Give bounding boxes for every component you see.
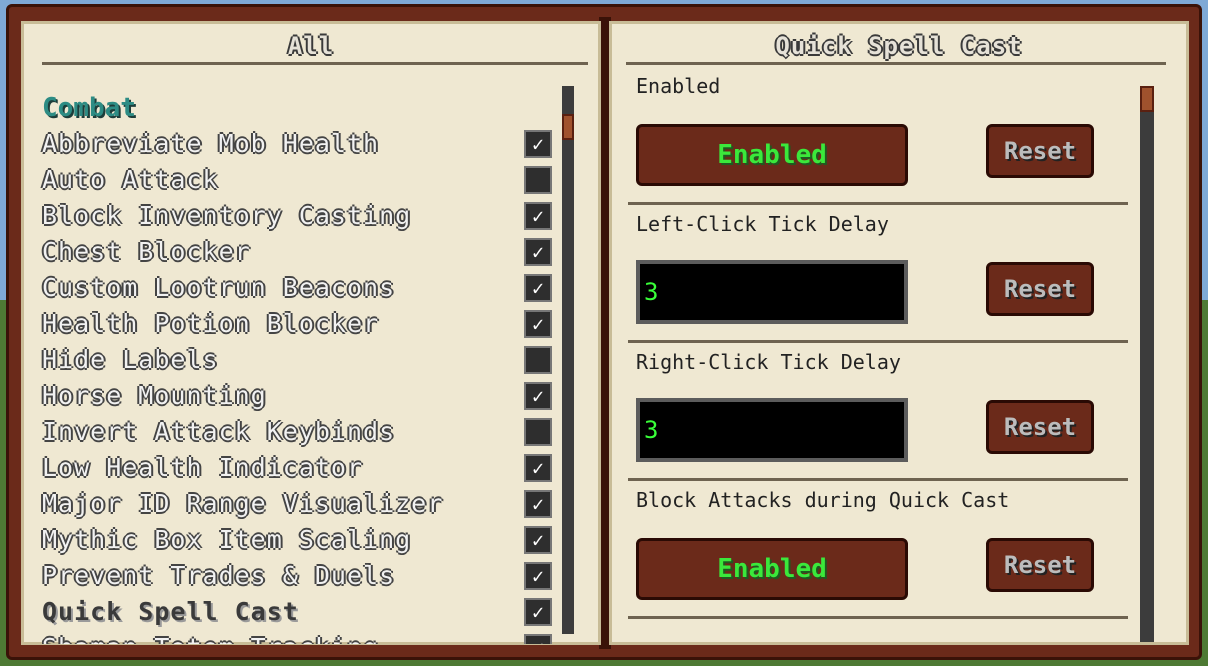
feature-checkbox[interactable]: ✓ <box>524 454 552 482</box>
feature-checkbox[interactable] <box>524 166 552 194</box>
feature-label: Shaman Totem Tracking <box>42 633 379 644</box>
feature-row-low-health-indicator[interactable]: Low Health Indicator ✓ <box>42 450 552 486</box>
feature-checkbox[interactable]: ✓ <box>524 130 552 158</box>
setting-divider <box>628 202 1128 205</box>
setting-divider <box>628 478 1128 481</box>
feature-label: Low Health Indicator <box>42 453 364 482</box>
setting-label-left-click-delay: Left-Click Tick Delay <box>636 212 889 236</box>
settings-scrollbar[interactable] <box>1140 86 1154 642</box>
left-click-delay-input[interactable]: 3 <box>636 260 908 324</box>
category-combat: Combat <box>42 93 136 123</box>
feature-row-invert-attack-keybinds[interactable]: Invert Attack Keybinds <box>42 414 552 450</box>
feature-row-major-id-range-visualizer[interactable]: Major ID Range Visualizer ✓ <box>42 486 552 522</box>
feature-label: Chest Blocker <box>42 237 251 266</box>
enabled-toggle-button[interactable]: Enabled <box>636 124 908 186</box>
feature-row-hide-labels[interactable]: Hide Labels <box>42 342 552 378</box>
feature-row-block-inventory-casting[interactable]: Block Inventory Casting ✓ <box>42 198 552 234</box>
right-click-delay-input[interactable]: 3 <box>636 398 908 462</box>
block-attacks-reset-button[interactable]: Reset <box>986 538 1094 592</box>
feature-checkbox[interactable]: ✓ <box>524 526 552 554</box>
feature-list-scroll-thumb[interactable] <box>562 114 574 140</box>
left-page-title: All <box>287 32 335 60</box>
right-title-divider <box>626 62 1166 65</box>
feature-row-custom-lootrun-beacons[interactable]: Custom Lootrun Beacons ✓ <box>42 270 552 306</box>
feature-checkbox[interactable]: ✓ <box>524 238 552 266</box>
setting-label-block-attacks: Block Attacks during Quick Cast <box>636 488 1010 512</box>
feature-label: Mythic Box Item Scaling <box>42 525 412 554</box>
left-click-delay-reset-button[interactable]: Reset <box>986 262 1094 316</box>
setting-divider <box>628 340 1128 343</box>
block-attacks-toggle-button[interactable]: Enabled <box>636 538 908 600</box>
feature-row-health-potion-blocker[interactable]: Health Potion Blocker ✓ <box>42 306 552 342</box>
feature-checkbox[interactable] <box>524 346 552 374</box>
feature-list: Combat Abbreviate Mob Health ✓ Auto Atta… <box>42 90 552 644</box>
setting-divider <box>628 616 1128 619</box>
feature-checkbox[interactable]: ✓ <box>524 634 552 644</box>
feature-label: Abbreviate Mob Health <box>42 129 380 158</box>
feature-label: Prevent Trades & Duels <box>42 561 396 590</box>
feature-checkbox[interactable]: ✓ <box>524 310 552 338</box>
feature-label: Custom Lootrun Beacons <box>42 273 396 302</box>
feature-checkbox[interactable]: ✓ <box>524 490 552 518</box>
feature-list-page: All Combat Abbreviate Mob Health ✓ Auto … <box>21 21 601 645</box>
feature-label: Horse Mounting <box>42 381 267 410</box>
feature-row-mythic-box-item-scaling[interactable]: Mythic Box Item Scaling ✓ <box>42 522 552 558</box>
enabled-reset-button[interactable]: Reset <box>986 124 1094 178</box>
config-book: All Combat Abbreviate Mob Health ✓ Auto … <box>6 4 1202 660</box>
feature-label-selected: Quick Spell Cast <box>42 597 299 626</box>
feature-checkbox[interactable]: ✓ <box>524 598 552 626</box>
setting-label-right-click-delay: Right-Click Tick Delay <box>636 350 901 374</box>
left-title-divider <box>42 62 588 65</box>
feature-checkbox[interactable]: ✓ <box>524 382 552 410</box>
feature-checkbox[interactable]: ✓ <box>524 274 552 302</box>
settings-scroll-thumb[interactable] <box>1140 86 1154 112</box>
setting-label-enabled: Enabled <box>636 74 721 98</box>
right-page-title: Quick Spell Cast <box>775 32 1023 60</box>
feature-row-auto-attack[interactable]: Auto Attack <box>42 162 552 198</box>
feature-label: Health Potion Blocker <box>42 309 380 338</box>
feature-label: Invert Attack Keybinds <box>42 417 396 446</box>
feature-settings-page: Quick Spell Cast Enabled Enabled Reset L… <box>609 21 1189 645</box>
feature-label: Major ID Range Visualizer <box>42 489 444 518</box>
feature-row-abbreviate-mob-health[interactable]: Abbreviate Mob Health ✓ <box>42 126 552 162</box>
feature-row-quick-spell-cast[interactable]: Quick Spell Cast ✓ <box>42 594 552 630</box>
feature-row-horse-mounting[interactable]: Horse Mounting ✓ <box>42 378 552 414</box>
feature-row-prevent-trades-duels[interactable]: Prevent Trades & Duels ✓ <box>42 558 552 594</box>
feature-list-scrollbar[interactable] <box>562 86 574 634</box>
feature-checkbox[interactable]: ✓ <box>524 202 552 230</box>
feature-label: Auto Attack <box>42 165 219 194</box>
feature-label: Hide Labels <box>42 345 219 374</box>
feature-row-chest-blocker[interactable]: Chest Blocker ✓ <box>42 234 552 270</box>
feature-row-shaman-totem-tracking[interactable]: Shaman Totem Tracking ✓ <box>42 630 552 644</box>
feature-checkbox[interactable]: ✓ <box>524 562 552 590</box>
feature-checkbox[interactable] <box>524 418 552 446</box>
right-click-delay-reset-button[interactable]: Reset <box>986 400 1094 454</box>
feature-label: Block Inventory Casting <box>42 201 412 230</box>
